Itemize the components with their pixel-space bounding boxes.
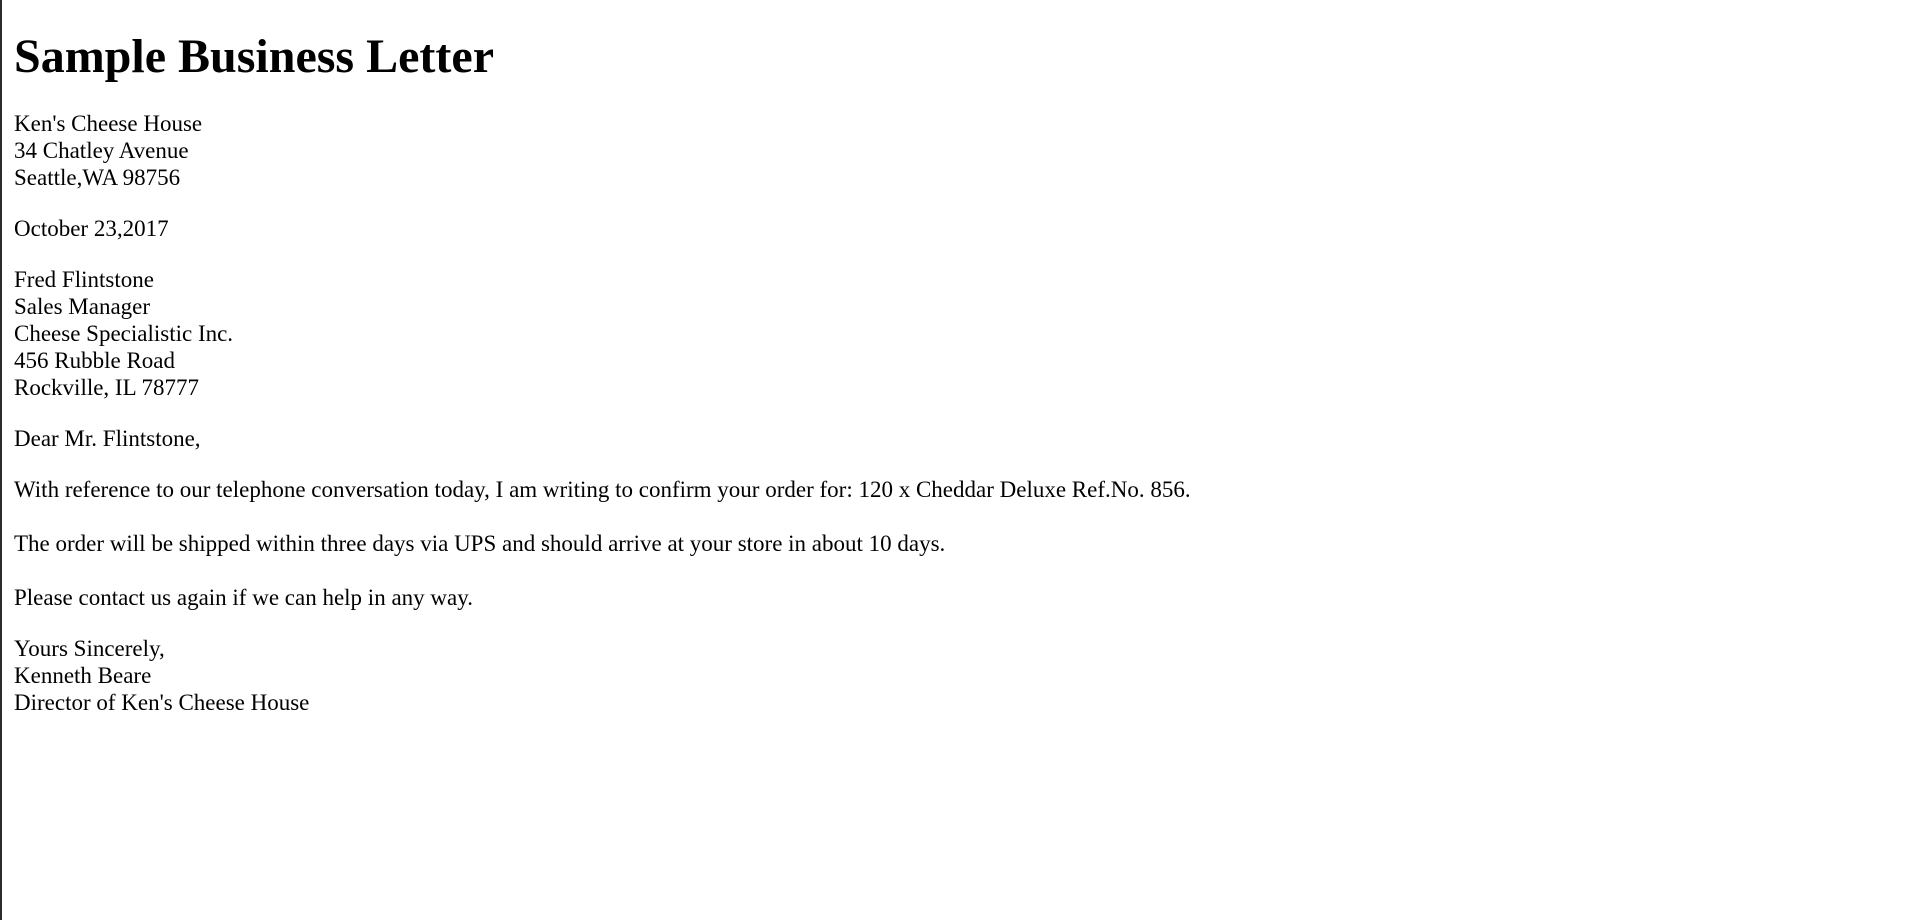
recipient-street: 456 Rubble Road <box>14 348 175 373</box>
recipient-city: Rockville, IL 78777 <box>14 375 200 400</box>
body-paragraph-1: With reference to our telephone conversa… <box>14 477 1191 502</box>
sender-city: Seattle,WA 98756 <box>14 165 181 190</box>
signer-title: Director of Ken's Cheese House <box>14 690 310 715</box>
letter-date: October 23,2017 <box>14 216 169 241</box>
body-paragraph-2: The order will be shipped within three d… <box>14 531 946 556</box>
window-left-border <box>0 0 2 920</box>
letter-page: Sample Business Letter Ken's Cheese Hous… <box>14 0 1894 716</box>
sender-name: Ken's Cheese House <box>14 111 203 136</box>
body-paragraph-3: Please contact us again if we can help i… <box>14 585 473 610</box>
sender-address: Ken's Cheese House 34 Chatley Avenue Sea… <box>14 110 1894 191</box>
recipient-position: Sales Manager <box>14 294 151 319</box>
signer-name: Kenneth Beare <box>14 663 152 688</box>
recipient-address: Fred Flintstone Sales Manager Cheese Spe… <box>14 266 1894 401</box>
sender-street: 34 Chatley Avenue <box>14 138 189 163</box>
valediction: Yours Sincerely, <box>14 636 165 661</box>
page-title: Sample Business Letter <box>14 30 494 83</box>
recipient-name: Fred Flintstone <box>14 267 154 292</box>
recipient-company: Cheese Specialistic Inc. <box>14 321 234 346</box>
salutation: Dear Mr. Flintstone, <box>14 426 201 451</box>
closing: Yours Sincerely, Kenneth Beare Director … <box>14 635 1894 716</box>
